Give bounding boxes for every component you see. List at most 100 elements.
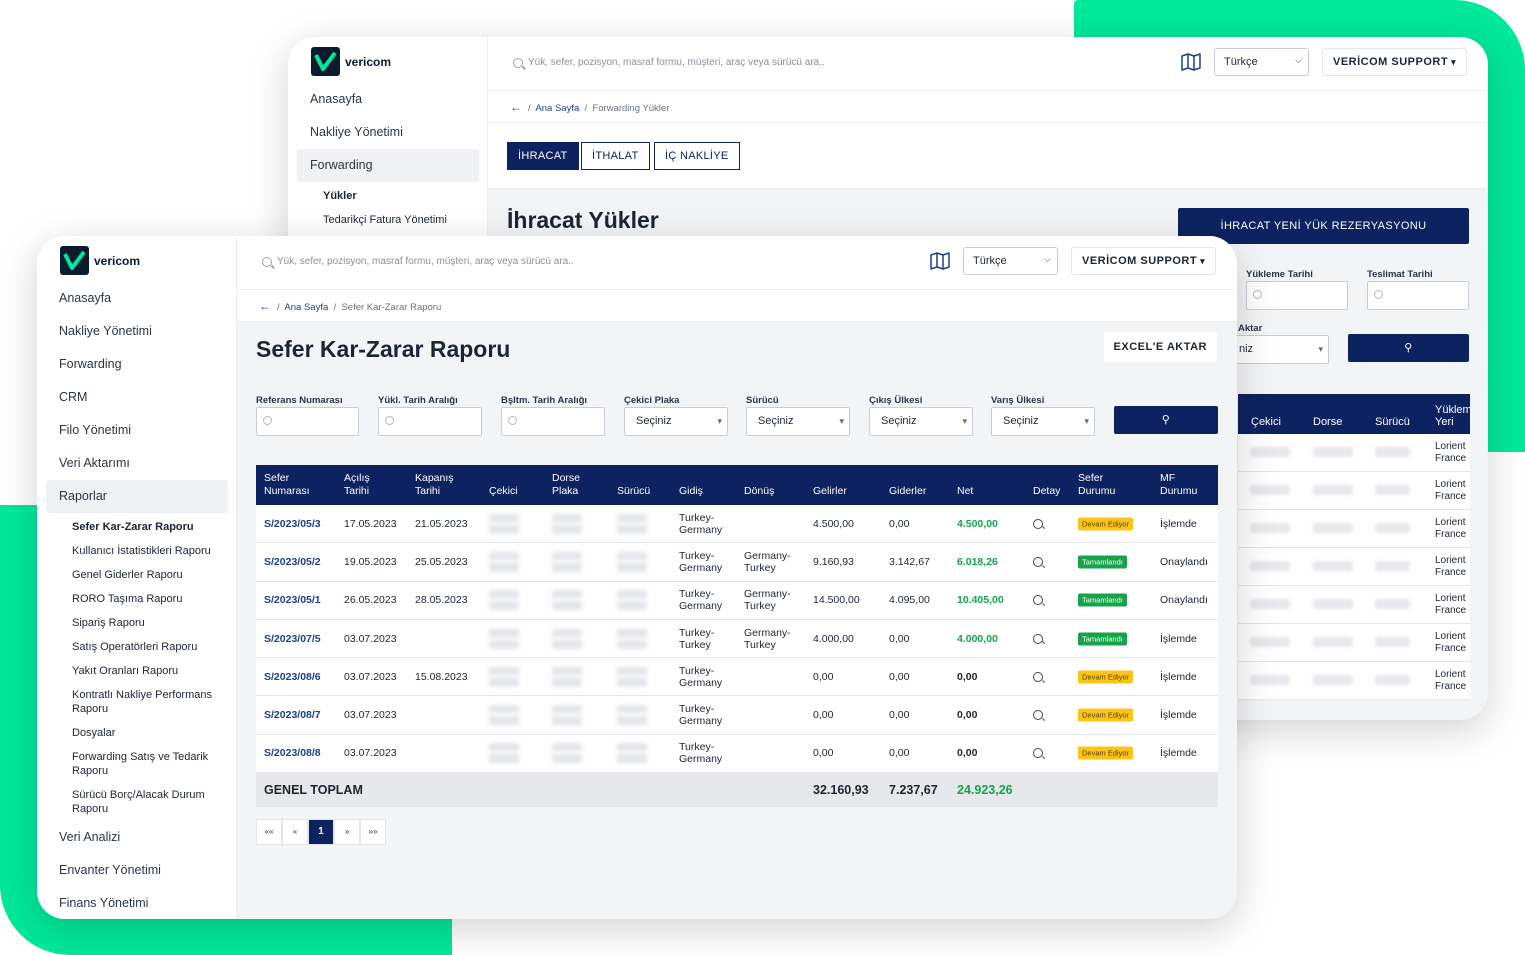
page-next-button[interactable]: »: [334, 819, 360, 845]
table-row[interactable]: Lorient France: [1238, 548, 1470, 586]
detail-search-icon[interactable]: [1033, 671, 1043, 682]
col-return[interactable]: Dönüş: [744, 485, 774, 498]
trip-number-link[interactable]: S/2023/05/3: [264, 518, 321, 530]
col-income[interactable]: Gelirler: [813, 485, 847, 498]
sidebar-item-transport[interactable]: Nakliye Yönetimi: [297, 116, 479, 149]
sidebar-subitem-driver-balance[interactable]: Sürücü Borç/Alacak Durum Raporu: [46, 783, 228, 821]
table-row[interactable]: S/2023/05/3 17.05.2023 21.05.2023 Turkey…: [256, 505, 1218, 544]
tab-import[interactable]: İTHALAT: [581, 142, 650, 170]
table-row[interactable]: Lorient France: [1238, 662, 1470, 700]
logo[interactable]: vericom: [311, 47, 391, 76]
col-open-date[interactable]: Açılış Tarihi: [344, 472, 384, 498]
sidebar-subitem-orders[interactable]: Sipariş Raporu: [46, 611, 228, 635]
sidebar-item-crm[interactable]: CRM: [46, 381, 228, 414]
map-icon[interactable]: [1181, 53, 1201, 71]
col-close-date[interactable]: Kapanış Tarihi: [415, 472, 465, 498]
filter-loading-date[interactable]: [1246, 281, 1348, 310]
breadcrumb-home[interactable]: Ana Sayfa: [535, 103, 579, 114]
col-trip-number[interactable]: Sefer Numarası: [264, 472, 326, 498]
language-select[interactable]: Türkçe: [963, 246, 1058, 275]
sidebar-item-forwarding[interactable]: Forwarding: [46, 348, 228, 381]
detail-search-icon[interactable]: [1033, 518, 1043, 529]
col-mf-status[interactable]: MF Durumu: [1160, 472, 1205, 498]
table-row[interactable]: Lorient France: [1238, 586, 1470, 624]
sidebar-item-home[interactable]: Anasayfa: [297, 83, 479, 116]
support-menu-button[interactable]: VERİCOM SUPPORT: [1322, 48, 1468, 76]
filter-search-button[interactable]: ⚲: [1114, 406, 1218, 434]
table-row[interactable]: Lorient France: [1238, 510, 1470, 548]
trip-number-link[interactable]: S/2023/05/2: [264, 556, 321, 568]
table-row[interactable]: Lorient France: [1238, 624, 1470, 662]
filter-destination-country-select[interactable]: Seçiniz: [991, 407, 1095, 436]
table-row[interactable]: S/2023/08/6 03.07.2023 15.08.2023 Turkey…: [256, 658, 1218, 697]
trip-number-link[interactable]: S/2023/08/6: [264, 671, 321, 683]
filter-start-date-input[interactable]: [501, 407, 605, 436]
sidebar-subitem-general-expenses[interactable]: Genel Giderler Raporu: [46, 563, 228, 587]
filter-load-date-input[interactable]: [378, 407, 482, 436]
sidebar-item-data-transfer[interactable]: Veri Aktarımı: [46, 447, 228, 480]
col-driver[interactable]: Sürücü: [617, 485, 650, 498]
language-select[interactable]: Türkçe: [1214, 47, 1309, 76]
sidebar-subitem-supplier-invoices[interactable]: Tedarikçi Fatura Yönetimi: [297, 208, 479, 232]
sidebar-item-fleet[interactable]: Filo Yönetimi: [46, 414, 228, 447]
detail-search-icon[interactable]: [1033, 710, 1043, 721]
global-search[interactable]: Yük, sefer, pozisyon, masraf formu, müşt…: [262, 256, 574, 267]
col-outbound[interactable]: Gidiş: [679, 485, 703, 498]
sidebar-subitem-files[interactable]: Dosyalar: [46, 721, 228, 745]
sidebar-item-inventory[interactable]: Envanter Yönetimi: [46, 854, 228, 887]
col-truck[interactable]: Çekici: [489, 485, 518, 498]
sidebar-item-home[interactable]: Anasayfa: [46, 282, 228, 315]
sidebar-item-data-analysis[interactable]: Veri Analizi: [46, 821, 228, 854]
sidebar-item-forwarding[interactable]: Forwarding: [297, 149, 479, 182]
table-row[interactable]: S/2023/08/8 03.07.2023 Turkey-Germany 0,…: [256, 734, 1218, 774]
page-last-button[interactable]: »»: [360, 819, 386, 845]
col-net[interactable]: Net: [957, 485, 973, 498]
logo[interactable]: vericom: [60, 246, 140, 275]
back-arrow-icon[interactable]: ←: [510, 100, 522, 114]
trip-number-link[interactable]: S/2023/08/7: [264, 709, 321, 721]
detail-search-icon[interactable]: [1033, 633, 1043, 644]
export-excel-button[interactable]: EXCEL'E AKTAR: [1103, 332, 1217, 362]
col-trip-status[interactable]: Sefer Durumu: [1078, 472, 1123, 498]
tab-export[interactable]: İHRACAT: [507, 142, 579, 170]
filter-search-button[interactable]: ⚲: [1348, 334, 1469, 362]
sidebar-item-transport[interactable]: Nakliye Yönetimi: [46, 315, 228, 348]
page-prev-button[interactable]: «: [282, 819, 308, 845]
col-loading-place[interactable]: Yüklem Yeri: [1435, 404, 1472, 428]
table-row[interactable]: S/2023/08/7 03.07.2023 Turkey-Germany 0,…: [256, 696, 1218, 735]
page-first-button[interactable]: ««: [256, 819, 282, 845]
detail-search-icon[interactable]: [1033, 595, 1043, 606]
sidebar-item-reports[interactable]: Raporlar: [46, 480, 228, 513]
table-row[interactable]: Lorient France: [1238, 434, 1470, 472]
filter-reference-input[interactable]: [256, 407, 359, 436]
map-icon[interactable]: [930, 252, 950, 270]
trip-number-link[interactable]: S/2023/05/1: [264, 594, 321, 606]
detail-search-icon[interactable]: [1033, 748, 1043, 759]
tab-domestic[interactable]: İÇ NAKLİYE: [654, 142, 740, 170]
table-row[interactable]: S/2023/05/1 26.05.2023 28.05.2023 Turkey…: [256, 581, 1218, 620]
sidebar-item-finance[interactable]: Finans Yönetimi: [46, 887, 228, 919]
sidebar-subitem-roro[interactable]: RORO Taşıma Raporu: [46, 587, 228, 611]
sidebar-subitem-user-stats[interactable]: Kullanıcı İstatistikleri Raporu: [46, 539, 228, 563]
sidebar-subitem-fuel-rates[interactable]: Yakıt Oranları Raporu: [46, 659, 228, 683]
col-expense[interactable]: Giderler: [889, 485, 926, 498]
global-search[interactable]: Yük, sefer, pozisyon, masraf formu, müşt…: [513, 57, 825, 68]
filter-driver-select[interactable]: Seçiniz: [746, 407, 850, 436]
back-arrow-icon[interactable]: ←: [259, 299, 271, 313]
filter-select-partial[interactable]: niz: [1226, 335, 1329, 364]
page-current-button[interactable]: 1: [308, 819, 334, 845]
support-menu-button[interactable]: VERİCOM SUPPORT: [1071, 247, 1217, 275]
col-surucu[interactable]: Sürücü: [1375, 416, 1410, 428]
table-row[interactable]: S/2023/07/5 03.07.2023 Turkey-Turkey Ger…: [256, 619, 1218, 659]
breadcrumb-home[interactable]: Ana Sayfa: [284, 302, 328, 313]
sidebar-subitem-sales-operators[interactable]: Satış Operatörleri Raporu: [46, 635, 228, 659]
table-row[interactable]: Lorient France: [1238, 472, 1470, 510]
col-cekici[interactable]: Çekici: [1251, 416, 1281, 428]
table-row[interactable]: S/2023/05/2 19.05.2023 25.05.2023 Turkey…: [256, 543, 1218, 582]
filter-truck-plate-select[interactable]: Seçiniz: [624, 407, 728, 436]
detail-search-icon[interactable]: [1033, 556, 1043, 567]
trip-number-link[interactable]: S/2023/07/5: [264, 633, 321, 645]
filter-delivery-date[interactable]: [1367, 281, 1469, 310]
sidebar-subitem-contract-performance[interactable]: Kontratlı Nakliye Performans Raporu: [46, 683, 228, 721]
sidebar-subitem-forwarding-sales[interactable]: Forwarding Satış ve Tedarik Raporu: [46, 745, 228, 783]
